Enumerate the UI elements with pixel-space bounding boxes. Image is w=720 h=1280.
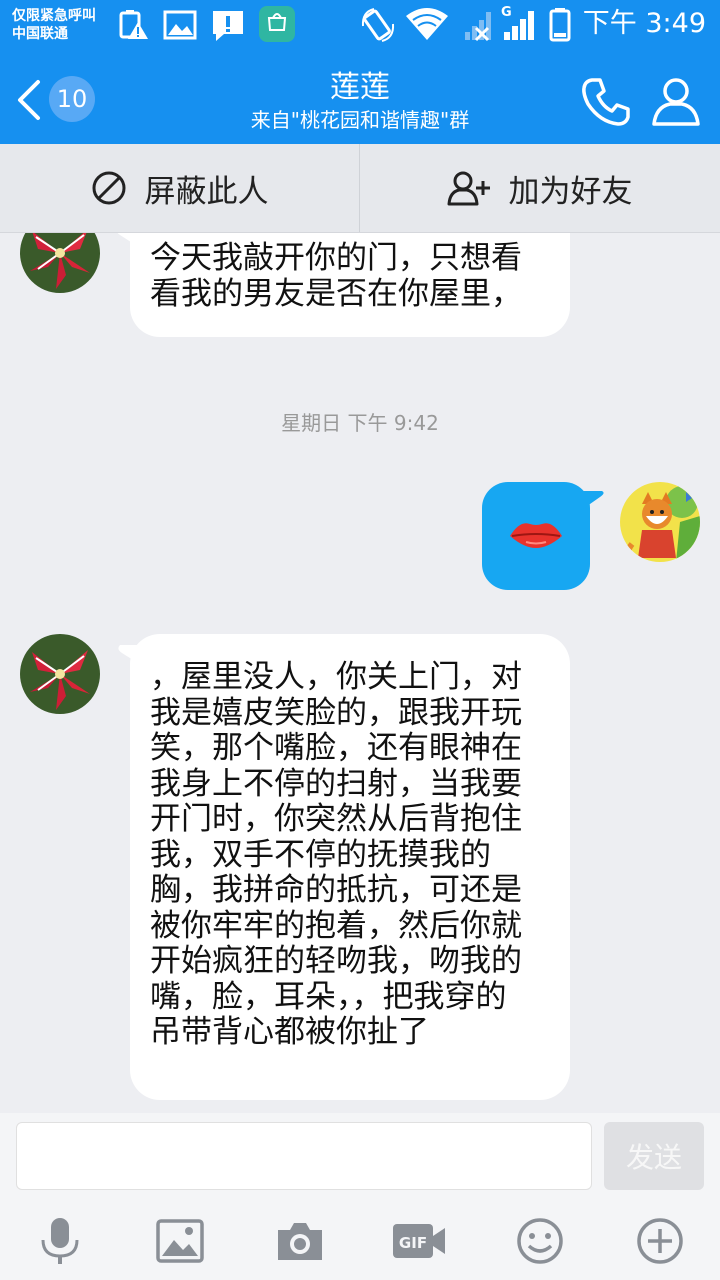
block-user-button[interactable]: 屏蔽此人: [0, 144, 359, 232]
add-friend-label: 加为好友: [508, 173, 633, 210]
image-icon[interactable]: [155, 1216, 205, 1266]
message-line: 被你牢牢的抱着，然后你就: [150, 907, 522, 944]
message-line: 嘴，脸，耳朵，，把我穿的: [150, 978, 507, 1015]
auto-rotate-icon: [361, 8, 395, 42]
status-clock: 下午 3:49: [582, 8, 706, 39]
message-input[interactable]: [16, 1122, 592, 1190]
message-line: 我，双手不停的抚摸我的: [150, 836, 491, 873]
message-line: 开门时，你突然从后背抱住: [150, 801, 522, 837]
message-line: 看我的男友是否在你屋里，: [150, 275, 522, 312]
send-button[interactable]: 发送: [604, 1122, 704, 1190]
message-line: ，屋里没人，你关上门，对: [150, 659, 522, 695]
wifi-icon: [406, 8, 448, 40]
svg-text:GIF: GIF: [399, 1234, 427, 1252]
phone-call-icon[interactable]: [578, 74, 634, 130]
add-friend-button[interactable]: 加为好友: [360, 144, 719, 232]
stranger-action-bar: 屏蔽此人 加为好友: [0, 144, 720, 233]
signal-no-service-icon: [465, 12, 491, 42]
status-bar: 仅限紧急呼叫 中国联通 G 下午 3:49: [0, 0, 720, 50]
composer: 发送 GIF: [0, 1113, 720, 1280]
emoji-icon[interactable]: [515, 1216, 565, 1266]
block-user-label: 屏蔽此人: [144, 173, 269, 210]
message-line: 今天我敲开你的门，只想看: [150, 240, 522, 276]
message-line: 吊带背心都被你扯了: [150, 1014, 429, 1050]
message-line: 我身上不停的扫射，当我要: [150, 765, 522, 802]
message-line: 笑，那个嘴脸，还有眼神在: [150, 730, 522, 766]
add-friend-icon: [447, 171, 490, 206]
message-timestamp: 星期日 下午 9:42: [281, 411, 439, 435]
message-list[interactable]: 今天我敲开你的门，只想看 看我的男友是否在你屋里， 星期日 下午 9:42 ，屋…: [0, 233, 720, 1113]
message-line: 开始疯狂的轻吻我，吻我的: [150, 943, 522, 979]
bubble-tail: [580, 491, 604, 511]
app-store-icon: [259, 6, 295, 42]
signal-strength-icon: [504, 11, 534, 40]
battery-warning-icon: [119, 10, 148, 39]
sent-message-bubble[interactable]: [482, 482, 590, 590]
received-message-bubble[interactable]: 今天我敲开你的门，只想看 看我的男友是否在你屋里，: [130, 233, 570, 337]
my-avatar[interactable]: [620, 482, 700, 562]
message-line: 我是嬉皮笑脸的，跟我开玩: [150, 694, 522, 731]
profile-icon[interactable]: [648, 74, 704, 130]
message-line: 胸，我拼命的抵抗，可还是: [150, 872, 522, 908]
lily-flower-avatar-image: [20, 233, 100, 293]
block-icon: [92, 171, 125, 205]
gif-icon[interactable]: GIF: [391, 1216, 447, 1266]
received-message-text: ，屋里没人，你关上门，对 我是嬉皮笑脸的，跟我开玩 笑，那个嘴脸，还有眼神在 我…: [150, 659, 544, 1051]
lily-flower-avatar-image: [20, 634, 100, 714]
battery-icon: [549, 8, 571, 42]
lips-icon: [510, 523, 562, 548]
received-message-bubble[interactable]: ，屋里没人，你关上门，对 我是嬉皮笑脸的，跟我开玩 笑，那个嘴脸，还有眼神在 我…: [130, 634, 570, 1100]
contact-avatar[interactable]: [20, 233, 100, 293]
received-message-text: 今天我敲开你的门，只想看 看我的男友是否在你屋里，: [150, 240, 544, 312]
camera-icon[interactable]: [275, 1216, 325, 1266]
carrier-line-2: 中国联通: [12, 26, 68, 42]
chat-header: 10 莲莲 来自"桃花园和谐情趣"群: [0, 50, 720, 144]
microphone-icon[interactable]: [35, 1216, 85, 1266]
carrier-info: 仅限紧急呼叫 中国联通: [12, 7, 96, 43]
gallery-notification-icon: [163, 10, 197, 40]
plus-icon[interactable]: [635, 1216, 685, 1266]
carrier-line-1: 仅限紧急呼叫: [12, 8, 96, 24]
fox-cartoon-avatar-image: [620, 482, 700, 562]
alert-message-icon: [213, 11, 243, 41]
contact-avatar[interactable]: [20, 634, 100, 714]
